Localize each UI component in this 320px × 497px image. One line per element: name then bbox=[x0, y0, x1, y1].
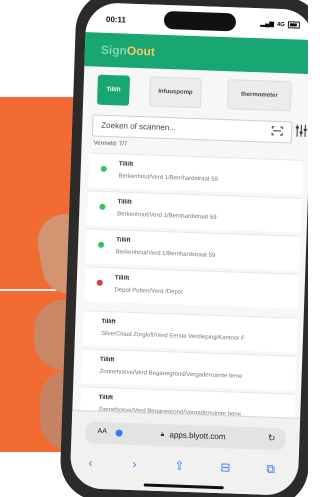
app-logo[interactable]: SignOout bbox=[101, 43, 155, 59]
device-list: Tillift Berkenhout/Verd 1/Bernhardstraat… bbox=[79, 152, 308, 429]
tab-infuuspomp[interactable]: Infuuspomp bbox=[148, 76, 202, 109]
tab-tillift[interactable]: Tillift bbox=[96, 74, 131, 106]
item-title: Tillift bbox=[116, 237, 131, 244]
decorative-line bbox=[0, 289, 60, 291]
item-location: Zonnehoeve/Verd Beganegrond/Vergaderruim… bbox=[99, 368, 243, 380]
share-icon[interactable]: ⇪ bbox=[174, 459, 185, 473]
browser-toolbar: AA 🔒︎ apps.blyott.com ↻ ‹ › ⇪ ⊟ ⧉ bbox=[69, 409, 301, 496]
tab-thermometer[interactable]: thermometer bbox=[226, 79, 292, 112]
forward-icon[interactable]: › bbox=[132, 457, 136, 471]
status-time: 00:11 bbox=[105, 14, 127, 25]
search-placeholder: Zoeken of scannen... bbox=[101, 120, 177, 133]
logo-text-part1: Sign bbox=[100, 42, 128, 58]
item-location: Depot Putten/Verd /Depot bbox=[114, 287, 183, 296]
list-item[interactable]: Tillift SilverCloud Zorgloft/Verd Eerste… bbox=[82, 310, 298, 353]
list-item[interactable]: Tillift Depot Putten/Verd /Depot bbox=[84, 266, 300, 309]
reader-aa-button[interactable]: AA bbox=[97, 428, 107, 435]
app-header: SignOout bbox=[84, 32, 308, 75]
status-dot-ok bbox=[99, 203, 106, 210]
browser-nav: ‹ › ⇪ ⊟ ⧉ bbox=[70, 455, 298, 479]
home-indicator bbox=[143, 483, 224, 490]
item-title: Tillift bbox=[114, 275, 130, 282]
item-location: Berkenhout/Verd 1/Bernhardstraat 59 bbox=[117, 211, 217, 221]
signal-icon: ▂▄▆ bbox=[260, 21, 274, 28]
url-text: apps.blyott.com bbox=[169, 430, 226, 442]
list-item[interactable]: Tillift Berkenhout/Verd 1/Bernhardstraat… bbox=[88, 152, 304, 195]
status-dot-ok bbox=[97, 241, 105, 248]
item-title: Tillift bbox=[99, 356, 115, 364]
item-location: SilverCloud Zorgloft/Verd Eerste Verdiep… bbox=[100, 330, 245, 342]
item-title: Tillift bbox=[101, 318, 116, 326]
back-icon[interactable]: ‹ bbox=[88, 456, 92, 470]
lock-icon: 🔒︎ bbox=[160, 431, 165, 439]
network-label: 4G bbox=[276, 21, 285, 28]
list-item[interactable]: Tillift Zonnehoeve/Verd Beganegrond/Verg… bbox=[81, 348, 297, 391]
reload-icon[interactable]: ↻ bbox=[268, 433, 276, 444]
logo-text-part2: Oout bbox=[126, 43, 156, 59]
status-indicators: ▂▄▆ 4G bbox=[260, 20, 301, 29]
result-count: Vermeld: 7/7 bbox=[93, 140, 128, 148]
list-item[interactable]: Tillift Berkenhout/Verd 1/Bernhardstraat… bbox=[85, 228, 301, 271]
device-type-tabs: Tillift Infuuspomp thermometer bbox=[83, 74, 308, 112]
list-item[interactable]: Tillift Berkenhout/Verd 1/Bernhardstraat… bbox=[86, 190, 302, 233]
status-dot-ok bbox=[100, 165, 107, 172]
item-location: Berkenhout/Verd 1/Bernhardstraat 59 bbox=[115, 249, 216, 259]
scan-icon[interactable] bbox=[271, 126, 283, 136]
search-input[interactable]: Zoeken of scannen... bbox=[91, 114, 293, 144]
phone-frame: 00:11 ▂▄▆ 4G SignOout Tillift Infuuspomp… bbox=[59, 0, 308, 497]
phone-screen: 00:11 ▂▄▆ 4G SignOout Tillift Infuuspomp… bbox=[69, 2, 308, 496]
item-title: Tillift bbox=[118, 161, 134, 168]
address-bar[interactable]: AA 🔒︎ apps.blyott.com ↻ bbox=[85, 421, 286, 451]
bookmarks-icon[interactable]: ⊟ bbox=[220, 460, 231, 474]
filter-icon[interactable] bbox=[295, 124, 307, 138]
extension-icon[interactable] bbox=[115, 429, 123, 437]
dynamic-island bbox=[163, 10, 237, 32]
item-title: Tillift bbox=[98, 394, 114, 402]
item-location: Berkenhout/Verd 1/Bernhardstraat 59 bbox=[118, 173, 218, 183]
item-title: Tillift bbox=[117, 199, 132, 206]
tabs-icon[interactable]: ⧉ bbox=[266, 462, 275, 477]
marketing-stage: 00:11 ▂▄▆ 4G SignOout Tillift Infuuspomp… bbox=[0, 0, 308, 497]
battery-icon bbox=[287, 21, 301, 29]
status-dot-alert bbox=[96, 279, 103, 286]
